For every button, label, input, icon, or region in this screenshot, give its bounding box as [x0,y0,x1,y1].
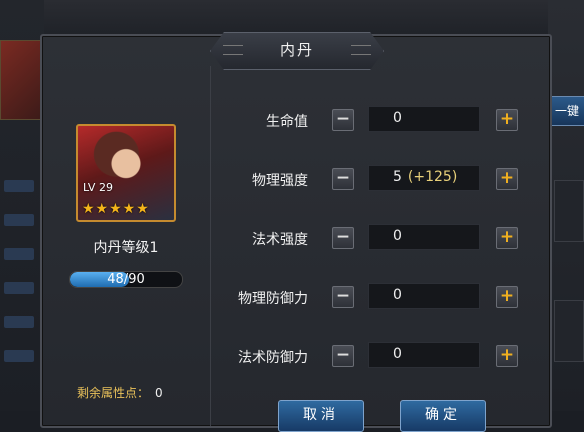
hero-level-badge: LV 29 [83,181,113,194]
stat-label: 生命值 [266,114,308,130]
decrease-button[interactable]: − [332,286,354,308]
stat-row-physical-defense: 物理防御力 − 0 + [222,283,522,311]
remaining-points-value: 0 [155,386,163,400]
background-side-card [554,180,584,242]
exp-progress-bar: 48/90 [69,271,183,288]
increase-button[interactable]: + [496,345,518,367]
decrease-button[interactable]: − [332,227,354,249]
background-one-key-button: 一键 [549,96,584,126]
decrease-button[interactable]: − [332,109,354,131]
stat-value: 0 [393,110,402,126]
remaining-points-label: 剩余属性点： [77,386,150,400]
increase-button[interactable]: + [496,227,518,249]
background-list-row [4,282,34,294]
background-list-row [4,316,34,328]
stat-value: 5 [393,169,402,185]
hero-portrait[interactable]: LV 29 ★★★★★ [76,124,176,222]
stat-value-field: 0 [368,342,480,368]
stat-value-field: 0 [368,224,480,250]
background-list-row [4,214,34,226]
stat-row-physical-power: 物理强度 − 5 (+125) + [222,165,522,193]
background-top-bar [0,0,584,36]
stat-row-magic-power: 法术强度 − 0 + [222,224,522,252]
stat-row-magic-defense: 法术防御力 − 0 + [222,342,522,370]
background-left-panel [0,0,46,411]
stat-label: 物理防御力 [238,291,308,307]
stat-row-hp: 生命值 − 0 + [222,106,522,134]
hero-star-rating: ★★★★★ [82,201,150,217]
background-list-row [4,350,34,362]
confirm-button[interactable]: 确定 [400,400,486,432]
stat-bonus: (+125) [407,169,458,185]
stat-label: 法术强度 [252,232,308,248]
decrease-button[interactable]: − [332,345,354,367]
decrease-button[interactable]: − [332,168,354,190]
background-side-card [554,300,584,362]
background-right-panel: 一键 [548,0,584,411]
stat-label: 物理强度 [252,173,308,189]
stat-value: 0 [393,228,402,244]
cancel-button[interactable]: 取消 [278,400,364,432]
remaining-points: 剩余属性点： 0 [77,384,163,401]
increase-button[interactable]: + [496,168,518,190]
stat-label: 法术防御力 [238,350,308,366]
increase-button[interactable]: + [496,286,518,308]
character-pane: LV 29 ★★★★★ 内丹等级1 48/90 剩余属性点： 0 [42,66,211,426]
exp-progress-text: 48/90 [107,272,145,287]
neidan-level-label: 内丹等级1 [93,240,159,256]
background-list-row [4,180,34,192]
background-list-row [4,248,34,260]
dialog-title-plate: 内丹 [210,32,384,70]
increase-button[interactable]: + [496,109,518,131]
stat-value: 0 [393,346,402,362]
stat-value-field: 5 (+125) [368,165,480,191]
stat-value: 0 [393,287,402,303]
stat-value-field: 0 [368,283,480,309]
stat-value-field: 0 [368,106,480,132]
title-ornament-right [351,45,371,55]
neidan-dialog: 内丹 LV 29 ★★★★★ 内丹等级1 48/90 剩余属性点： 0 生命值 −… [40,32,552,432]
